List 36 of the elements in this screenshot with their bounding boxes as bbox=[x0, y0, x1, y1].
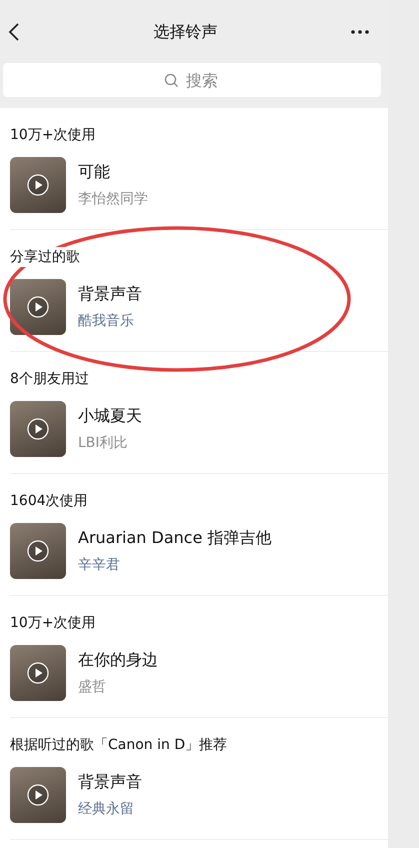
search-icon bbox=[164, 73, 179, 88]
song-title: 背景声音 bbox=[78, 283, 142, 305]
artist-name: 经典永留 bbox=[78, 800, 135, 819]
song-item[interactable]: 背景声音 酷我音乐 bbox=[10, 279, 388, 335]
song-item[interactable]: Aruarian Dance 指弹吉他 辛辛君 bbox=[10, 523, 388, 579]
artist-name: 李怡然同学 bbox=[78, 190, 148, 209]
more-icon[interactable] bbox=[351, 30, 369, 34]
play-icon[interactable] bbox=[27, 662, 49, 684]
back-icon[interactable] bbox=[8, 22, 20, 42]
photo-placeholder bbox=[10, 645, 66, 701]
photo-placeholder bbox=[10, 157, 66, 213]
page-title: 选择铃声 bbox=[154, 22, 218, 42]
play-icon[interactable] bbox=[27, 418, 49, 440]
song-title: 背景声音 bbox=[78, 771, 142, 793]
artist-name: 辛辛君 bbox=[78, 556, 121, 575]
song-item[interactable]: 小城夏天 LBI利比 bbox=[10, 401, 388, 457]
song-item[interactable]: 背景声音 经典永留 bbox=[10, 767, 388, 823]
play-icon[interactable] bbox=[27, 174, 49, 196]
song-item[interactable]: 可能 李怡然同学 bbox=[10, 157, 388, 213]
song-title: 小城夏天 bbox=[78, 405, 142, 427]
photo-placeholder bbox=[10, 279, 66, 335]
photo-placeholder bbox=[10, 767, 66, 823]
song-title: 可能 bbox=[78, 161, 111, 183]
artist-name: 酷我音乐 bbox=[78, 312, 135, 331]
artist-name: LBI利比 bbox=[78, 434, 129, 453]
song-title: Aruarian Dance 指弹吉他 bbox=[78, 527, 272, 549]
song-title: 在你的身边 bbox=[78, 649, 158, 671]
play-icon[interactable] bbox=[27, 296, 49, 318]
section-heading: 分享过的歌 bbox=[10, 247, 80, 267]
search-field[interactable]: 搜索 bbox=[3, 63, 381, 97]
play-icon[interactable] bbox=[27, 540, 49, 562]
play-icon[interactable] bbox=[27, 784, 49, 806]
photo-placeholder bbox=[10, 401, 66, 457]
photo-placeholder bbox=[10, 523, 66, 579]
artist-name: 盛哲 bbox=[78, 678, 107, 697]
song-item[interactable]: 在你的身边 盛哲 bbox=[10, 645, 388, 701]
